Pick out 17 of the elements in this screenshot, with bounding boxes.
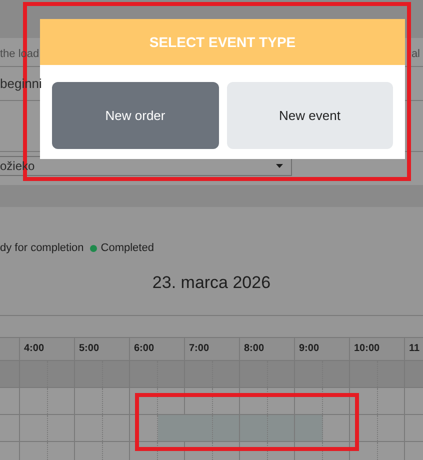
event-type-button[interactable]: New order bbox=[52, 82, 218, 149]
hour-label: 9:00 bbox=[299, 343, 320, 354]
hour-label: 11 bbox=[409, 343, 420, 354]
caret-icon bbox=[276, 164, 283, 168]
hour-label: 8:00 bbox=[244, 343, 264, 354]
hour-label: 6:00 bbox=[134, 343, 154, 354]
hour-label: 7:00 bbox=[189, 343, 210, 354]
date-title: 23. marca 2026 bbox=[0, 255, 423, 316]
hour-label: 10:00 bbox=[354, 343, 380, 354]
hour-label: 5:00 bbox=[79, 343, 100, 354]
field-label: al bbox=[411, 48, 420, 62]
modal-title: SELECT EVENT TYPE bbox=[40, 19, 405, 65]
legend-label: dy for completion bbox=[0, 242, 84, 254]
legend-label: Completed bbox=[100, 242, 154, 254]
hour-label: 4:00 bbox=[24, 343, 44, 354]
event-bar[interactable] bbox=[158, 415, 323, 441]
event-type-button[interactable]: New event bbox=[226, 82, 393, 149]
